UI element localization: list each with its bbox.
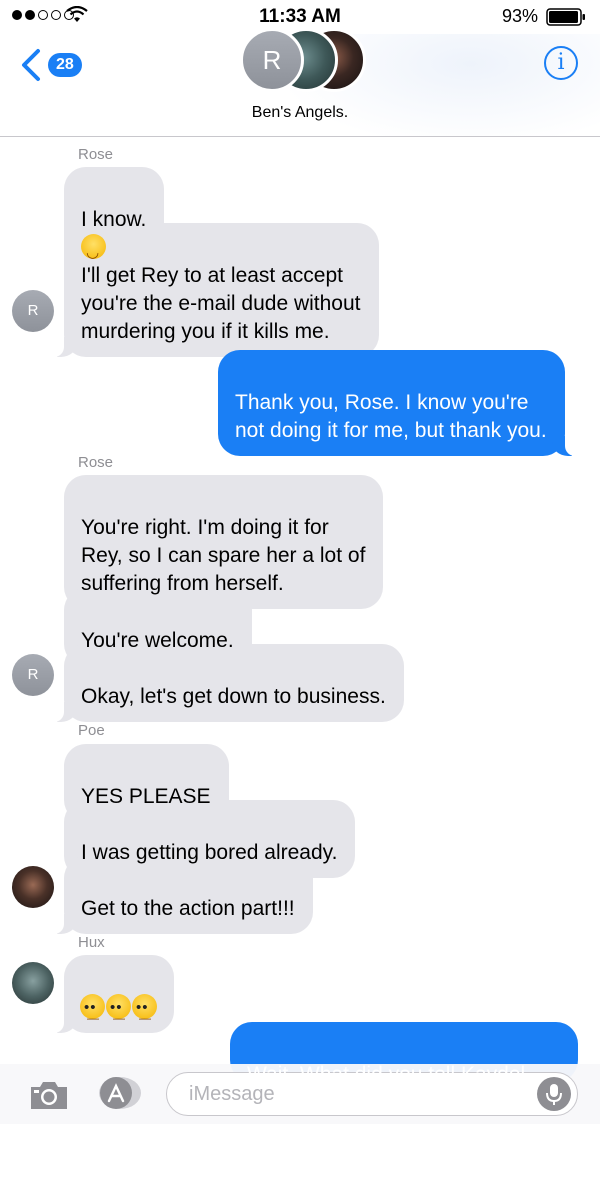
message-text: I know. xyxy=(81,208,147,231)
sender-name: Rose xyxy=(78,454,114,471)
unread-count-badge: 28 xyxy=(48,53,82,77)
message-bubble[interactable]: I'll get Rey to at least accept you're t… xyxy=(54,223,379,357)
message-bubble[interactable]: Okay, let's get down to business. xyxy=(54,644,404,722)
avatar[interactable]: R xyxy=(12,290,54,332)
rolling-eyes-emoji-icon xyxy=(106,994,131,1032)
avatar[interactable] xyxy=(12,962,54,1004)
info-button[interactable]: i xyxy=(544,46,578,80)
sender-name: Hux xyxy=(78,934,105,951)
battery-percent: 93% xyxy=(501,6,538,26)
message-text: I was getting bored already. xyxy=(81,841,338,864)
message-text: Get to the action part!!! xyxy=(81,897,295,920)
message-text: Wait. What did you tell Kaydel xyxy=(247,1063,526,1086)
group-name[interactable]: Ben's Angels. xyxy=(0,104,600,122)
message-text: YES PLEASE xyxy=(81,785,211,808)
input-placeholder: iMessage xyxy=(189,1083,275,1105)
back-button[interactable]: 28 xyxy=(18,48,82,82)
camera-icon[interactable] xyxy=(28,1078,70,1112)
chevron-left-icon xyxy=(22,49,40,81)
sender-name: Poe xyxy=(78,722,105,739)
message-bubble[interactable]: Thank you, Rose. I know you're not doing… xyxy=(218,350,575,456)
rolling-eyes-emoji-icon xyxy=(80,994,105,1032)
battery-icon xyxy=(546,8,585,26)
conversation-header: 28 R Ben's Angels. i xyxy=(0,28,600,137)
microphone-button[interactable] xyxy=(537,1077,571,1111)
message-text: You're welcome. xyxy=(81,629,234,652)
avatar[interactable]: R xyxy=(12,654,54,696)
message-text: Okay, let's get down to business. xyxy=(81,685,386,708)
avatar[interactable] xyxy=(12,866,54,908)
app-store-icon[interactable] xyxy=(96,1076,142,1110)
message-bubble[interactable]: Get to the action part!!! xyxy=(54,856,313,934)
smiling-face-emoji-icon xyxy=(81,234,106,267)
sender-name: Rose xyxy=(78,146,114,163)
message-text: I'll get Rey to at least accept you're t… xyxy=(81,264,361,343)
rolling-eyes-emoji-icon xyxy=(132,994,157,1032)
group-avatars[interactable]: R xyxy=(240,28,366,92)
message-text: You're right. I'm doing it for Rey, so I… xyxy=(81,516,366,595)
avatar: R xyxy=(240,28,304,92)
message-text: Thank you, Rose. I know you're not doing… xyxy=(235,391,547,442)
message-bubble[interactable]: You're right. I'm doing it for Rey, so I… xyxy=(64,475,384,609)
message-bubble[interactable] xyxy=(54,955,174,1033)
microphone-icon xyxy=(546,1084,562,1105)
